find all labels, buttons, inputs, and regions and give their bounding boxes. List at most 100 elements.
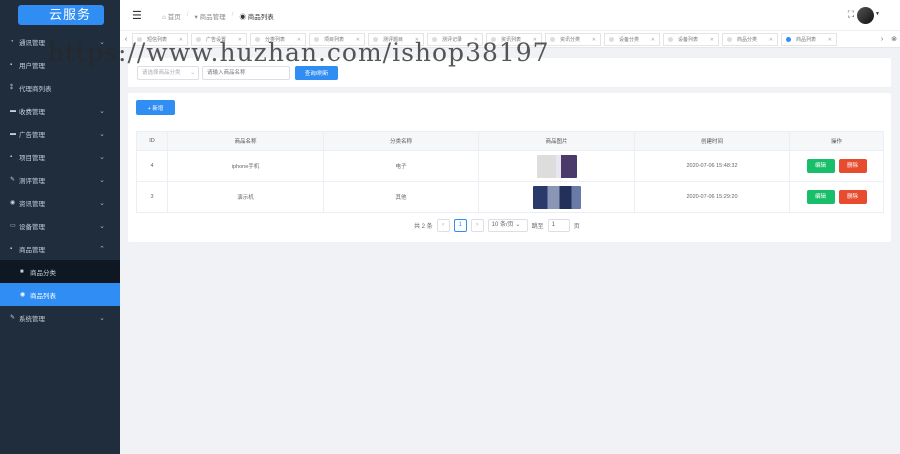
tab-label: 项目列表 (324, 37, 345, 43)
tabs-next-icon[interactable]: › (876, 31, 888, 48)
breadcrumb-home[interactable]: ⌂ 首页 (162, 11, 181, 21)
tab-10[interactable]: 商品分类 ✕ (722, 33, 778, 46)
jump-page-input[interactable]: 1 (547, 219, 570, 232)
cell-created: 2020-07-06 15:29:20 (634, 181, 790, 213)
chevron-icon: ⌄ (99, 222, 105, 230)
tab-label: 设备分类 (619, 37, 640, 43)
app-logo[interactable]: 云服务 (18, 5, 104, 25)
project-icon: ▪ (10, 153, 13, 160)
goods-thumbnail[interactable] (536, 154, 577, 178)
page-size-select[interactable]: 10 条/页 ⌄ (487, 219, 528, 232)
tabs-close-all-icon[interactable]: ⊗ (888, 31, 900, 48)
fullscreen-icon[interactable]: ⛶ (848, 9, 854, 20)
sidebar-item-4[interactable]: ▬ 广告管理 ⌄ (0, 122, 120, 145)
tab-status-dot (609, 37, 614, 42)
tab-1[interactable]: 广告设置 ✕ (191, 33, 247, 46)
chevron-icon: ⌄ (99, 314, 105, 322)
ad-icon: ▬ (10, 130, 16, 137)
delete-button[interactable]: 删除 (838, 190, 867, 204)
tab-8[interactable]: 设备分类 ✕ (604, 33, 660, 46)
close-icon[interactable]: ✕ (297, 37, 301, 43)
sidebar-item-6[interactable]: ✎ 测评管理 ⌄ (0, 168, 120, 191)
column-header-category: 分类名称 (323, 131, 479, 151)
pagination-total: 共 2 条 (414, 224, 433, 230)
sidebar-item-label: 资讯管理 (19, 200, 45, 208)
tab-11[interactable]: 商品列表 ✕ (781, 33, 837, 46)
goods-thumbnail[interactable] (532, 185, 581, 209)
user-dropdown-icon[interactable]: ▼ (875, 11, 880, 17)
sidebar-item-label: 项目管理 (19, 154, 45, 162)
sidebar-item-0[interactable]: ◔ 通讯管理 ⌄ (0, 30, 120, 53)
tab-4[interactable]: 测评题目 ✕ (368, 33, 424, 46)
sidebar-nav: ◔ 通讯管理 ⌄ ▪ 用户管理 ⁑ 代理商列表 ▬ 收费管理 ⌄ ▬ 广告管理 ⌄ ▪ 项目管理 ⌄ ✎ 测评管理… (0, 30, 120, 329)
avatar[interactable] (857, 7, 874, 24)
sidebar-item-label: 用户管理 (19, 62, 45, 70)
cell-name: 演示机 (167, 181, 324, 213)
breadcrumb-goods[interactable]: ▾ 商品管理 (195, 11, 226, 21)
tab-7[interactable]: 资讯分类 ✕ (545, 33, 601, 46)
next-page-button[interactable]: › (470, 219, 484, 232)
close-icon[interactable]: ✕ (828, 37, 832, 43)
close-icon[interactable]: ✕ (651, 37, 655, 43)
add-goods-button[interactable]: + 新增 (136, 100, 175, 115)
close-icon[interactable]: ✕ (356, 37, 360, 43)
bullet-icon: ■ (20, 268, 24, 275)
pagination: 共 2 条 ‹ 1 › 10 条/页 ⌄ 跳至 1 页 (414, 219, 580, 232)
edit-button[interactable]: 编辑 (806, 159, 835, 173)
sidebar-item-5[interactable]: ▪ 项目管理 ⌄ (0, 145, 120, 168)
edit-icon: ✎ (10, 177, 16, 183)
sidebar-subitem-1[interactable]: ◉ 商品列表 (0, 283, 120, 306)
chevron-icon: ⌄ (99, 153, 105, 161)
goods-name-input[interactable] (202, 66, 290, 80)
tab-3[interactable]: 项目列表 ✕ (309, 33, 365, 46)
breadcrumb-goods-label: 商品管理 (199, 14, 226, 21)
sidebar-item-label: 通讯管理 (19, 39, 45, 47)
sidebar-item-1[interactable]: ▪ 用户管理 (0, 53, 120, 76)
sidebar-item-9[interactable]: ▪ 商品管理 ⌃ (0, 237, 120, 260)
edit-button[interactable]: 编辑 (806, 190, 835, 204)
page-size-value: 10 条/页 (491, 222, 514, 228)
query-button[interactable]: 查询/刷新 (295, 66, 338, 80)
tab-9[interactable]: 设备列表 ✕ (663, 33, 719, 46)
jump-label: 跳至 (531, 224, 544, 230)
tabs-prev-icon[interactable]: ‹ (120, 31, 132, 48)
close-icon[interactable]: ✕ (533, 37, 537, 43)
tabs-bar: ‹ 短信列表 ✕ 广告设置 ✕ 分类列表 ✕ 项目列表 ✕ 测评题目 ✕ 测评记录 ✕ 资讯列表 ✕ 资讯分… (120, 31, 900, 48)
breadcrumb-current: ◉ 商品列表 (239, 14, 274, 21)
tab-label: 设备列表 (678, 37, 699, 43)
close-icon[interactable]: ✕ (238, 37, 242, 43)
page-number-button[interactable]: 1 (453, 219, 467, 232)
sidebar-subitem-label: 商品列表 (30, 292, 56, 300)
tab-6[interactable]: 资讯列表 ✕ (486, 33, 542, 46)
close-icon[interactable]: ✕ (710, 37, 714, 43)
tab-0[interactable]: 短信列表 ✕ (132, 33, 188, 46)
sidebar-item-7[interactable]: ◉ 资讯管理 ⌄ (0, 191, 120, 214)
close-icon[interactable]: ✕ (592, 37, 596, 43)
close-icon[interactable]: ✕ (179, 37, 183, 43)
user-icon: ▪ (10, 61, 13, 68)
cell-image (478, 150, 635, 182)
chevron-down-icon: ⌄ (190, 70, 195, 76)
menu-toggle-icon[interactable]: ☰ (132, 9, 142, 22)
sidebar-item-8[interactable]: ▭ 设备管理 ⌄ (0, 214, 120, 237)
close-icon[interactable]: ✕ (474, 37, 478, 43)
tab-2[interactable]: 分类列表 ✕ (250, 33, 306, 46)
close-icon[interactable]: ✕ (769, 37, 773, 43)
tab-label: 商品分类 (737, 37, 758, 43)
column-header-id: ID (136, 131, 168, 151)
sidebar-item-system[interactable]: ✎ 系统管理 ⌄ (0, 306, 120, 329)
sidebar-subitem-0[interactable]: ■ 商品分类 (0, 260, 120, 283)
tab-list: 短信列表 ✕ 广告设置 ✕ 分类列表 ✕ 项目列表 ✕ 测评题目 ✕ 测评记录 ✕ 资讯列表 ✕ 资讯分类 ✕… (132, 33, 837, 46)
tab-status-dot (786, 37, 791, 42)
breadcrumb: ⌂ 首页 / ▾ 商品管理 / ◉ 商品列表 (162, 11, 274, 21)
sidebar-item-2[interactable]: ⁑ 代理商列表 (0, 76, 120, 99)
close-icon[interactable]: ✕ (415, 37, 419, 43)
category-select[interactable]: 请选择商品分类 ⌄ (137, 66, 199, 80)
sidebar-item-3[interactable]: ▬ 收费管理 ⌄ (0, 99, 120, 122)
column-header-name: 商品名称 (167, 131, 324, 151)
person-icon: ⁑ (10, 85, 13, 91)
cell-category: 其他 (323, 181, 479, 213)
prev-page-button[interactable]: ‹ (436, 219, 450, 232)
delete-button[interactable]: 删除 (838, 159, 867, 173)
tab-5[interactable]: 测评记录 ✕ (427, 33, 483, 46)
